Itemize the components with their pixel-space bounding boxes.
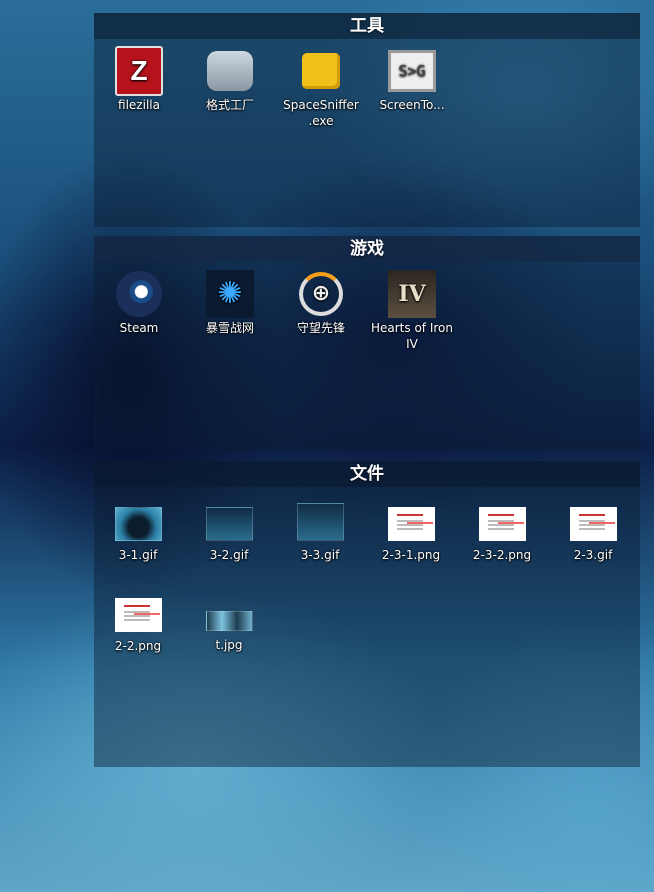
gif-thumbnail <box>569 507 617 541</box>
icon-text: S>G <box>388 50 436 92</box>
icon-text: IV <box>388 270 436 318</box>
fence-title[interactable]: 游戏 <box>94 236 640 262</box>
shortcut-label: Hearts of Iron IV <box>370 321 453 351</box>
gif-thumbnail <box>114 507 162 541</box>
fence-games[interactable]: 游戏 Steam ✺ 暴雪战网 ⊕ 守望先锋 IV Hearts of Iron… <box>94 236 640 450</box>
desktop-shortcut-battlenet[interactable]: ✺ 暴雪战网 <box>186 270 274 336</box>
file-item[interactable]: 3-1.gif <box>94 507 182 563</box>
fence-title[interactable]: 文件 <box>94 461 640 487</box>
shortcut-label: filezilla <box>118 98 160 112</box>
fence-files[interactable]: 文件 3-1.gif 3-2.gif 3-3.gif 2-3-1.png 2-3… <box>94 461 640 767</box>
file-label: t.jpg <box>215 638 243 652</box>
shortcut-label: Steam <box>119 321 159 335</box>
desktop-shortcut-overwatch[interactable]: ⊕ 守望先锋 <box>277 270 365 336</box>
gif-thumbnail <box>205 507 253 541</box>
file-label: 2-2.png <box>114 639 162 653</box>
png-thumbnail <box>387 507 435 541</box>
file-item[interactable]: 2-2.png <box>94 598 182 654</box>
desktop-shortcut-spacesniffer[interactable]: SpaceSniffer .exe <box>277 47 365 129</box>
fence-title[interactable]: 工具 <box>94 13 640 39</box>
format-factory-icon <box>206 47 254 95</box>
shortcut-label: ScreenTo... <box>379 98 445 112</box>
shortcut-label: 暴雪战网 <box>205 321 254 335</box>
battlenet-icon: ✺ <box>206 270 254 318</box>
fence-tools[interactable]: 工具 Z filezilla 格式工厂 SpaceSniffer .exe S>G… <box>94 13 640 227</box>
file-item[interactable]: 3-2.gif <box>185 507 273 563</box>
desktop-shortcut-hoi4[interactable]: IV Hearts of Iron IV <box>368 270 456 352</box>
shortcut-label: 格式工厂 <box>205 98 254 112</box>
file-label: 2-3.gif <box>573 548 613 562</box>
file-label: 3-3.gif <box>300 548 340 562</box>
file-item[interactable]: 2-3-2.png <box>458 507 546 563</box>
png-thumbnail <box>114 598 162 632</box>
file-item[interactable]: t.jpg <box>185 611 273 653</box>
file-label: 3-1.gif <box>118 548 158 562</box>
desktop-shortcut-screentogif[interactable]: S>G ScreenTo... <box>368 47 456 113</box>
shortcut-label: 守望先锋 <box>296 321 345 335</box>
file-label: 2-3-1.png <box>381 548 441 562</box>
file-label: 2-3-2.png <box>472 548 532 562</box>
file-label: 3-2.gif <box>209 548 249 562</box>
hoi4-icon: IV <box>388 270 436 318</box>
filezilla-icon: Z <box>115 46 163 96</box>
desktop-shortcut-format-factory[interactable]: 格式工厂 <box>186 47 274 113</box>
jpg-thumbnail <box>205 611 253 631</box>
steam-icon <box>115 270 163 318</box>
spacesniffer-puzzle-icon <box>297 47 345 95</box>
screentogif-icon: S>G <box>388 47 436 95</box>
file-item[interactable]: 2-3-1.png <box>367 507 455 563</box>
gif-thumbnail <box>296 503 344 541</box>
desktop-shortcut-steam[interactable]: Steam <box>95 270 183 336</box>
shortcut-label: SpaceSniffer .exe <box>283 98 359 128</box>
desktop-shortcut-filezilla[interactable]: Z filezilla <box>95 46 183 113</box>
overwatch-icon: ⊕ <box>297 270 345 318</box>
png-thumbnail <box>478 507 526 541</box>
file-item[interactable]: 2-3.gif <box>549 507 637 563</box>
file-item[interactable]: 3-3.gif <box>276 503 364 563</box>
